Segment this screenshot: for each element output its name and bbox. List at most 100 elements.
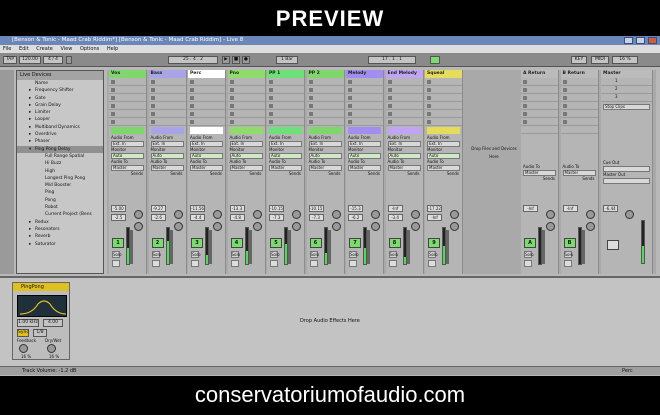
track-column[interactable]: A Return Audio To Master Sends -Inf A Solo bbox=[521, 70, 559, 274]
clip-slot[interactable] bbox=[227, 102, 265, 110]
clip-slot[interactable] bbox=[109, 78, 146, 86]
clip-stop-icon[interactable] bbox=[387, 112, 392, 116]
clip-slot[interactable] bbox=[521, 86, 558, 94]
clip-slot[interactable] bbox=[188, 86, 225, 94]
volume-value[interactable]: -Inf bbox=[523, 205, 538, 212]
clip-stop-icon[interactable] bbox=[229, 88, 234, 92]
solo-button[interactable]: Solo bbox=[388, 251, 398, 258]
clip-slot[interactable] bbox=[560, 110, 598, 118]
arm-button[interactable] bbox=[270, 260, 278, 267]
arm-button[interactable] bbox=[524, 260, 532, 267]
send-b-knob[interactable] bbox=[213, 222, 222, 231]
clip-stop-icon[interactable] bbox=[427, 104, 431, 108]
clip-stop-icon[interactable] bbox=[523, 120, 527, 124]
clip-slot[interactable] bbox=[188, 94, 225, 102]
loop-switch[interactable] bbox=[430, 56, 440, 64]
clip-stop-icon[interactable] bbox=[427, 96, 431, 100]
clip-slot[interactable] bbox=[521, 118, 558, 126]
pan-value[interactable]: -7.3 bbox=[308, 214, 324, 221]
clip-slot[interactable] bbox=[267, 118, 304, 126]
track-name[interactable]: Perc bbox=[188, 70, 225, 78]
clip-stop-icon[interactable] bbox=[427, 80, 431, 84]
volume-value[interactable]: -13.3 bbox=[229, 205, 245, 212]
solo-button[interactable]: Solo bbox=[191, 251, 201, 258]
clip-slot[interactable] bbox=[267, 94, 304, 102]
clip-slot[interactable] bbox=[385, 78, 423, 86]
play-icon[interactable]: ▶ bbox=[222, 56, 230, 64]
clip-stop-icon[interactable] bbox=[190, 104, 194, 108]
track-activator[interactable]: 4 bbox=[230, 238, 243, 248]
clip-slot[interactable] bbox=[385, 86, 423, 94]
clip-slot[interactable] bbox=[148, 78, 186, 86]
clip-slot[interactable] bbox=[346, 110, 383, 118]
clip-stop-icon[interactable] bbox=[562, 104, 567, 108]
send-b-knob[interactable] bbox=[134, 222, 143, 231]
track-name[interactable]: Squeal bbox=[425, 70, 462, 78]
tempo-field[interactable]: 120.00 bbox=[19, 56, 41, 64]
clip-stop-icon[interactable] bbox=[387, 104, 392, 108]
drywet-knob[interactable] bbox=[47, 344, 56, 353]
loop-start[interactable]: 17 . 1 . 1 bbox=[368, 56, 416, 64]
feedback-knob[interactable] bbox=[19, 344, 28, 353]
track-column[interactable]: PP 2 Audio From Ext. In Monitor Auto Audio To… bbox=[306, 70, 345, 274]
clip-stop-icon[interactable] bbox=[387, 120, 392, 124]
metronome-icon[interactable] bbox=[66, 56, 72, 64]
send-b-knob[interactable] bbox=[546, 222, 555, 231]
clip-stop-icon[interactable] bbox=[523, 104, 527, 108]
scene-launch[interactable]: 3 bbox=[601, 94, 652, 102]
clip-slot[interactable] bbox=[560, 78, 598, 86]
send-a-knob[interactable] bbox=[292, 210, 301, 219]
clip-stop-icon[interactable] bbox=[348, 120, 352, 124]
track-name[interactable]: Vox bbox=[109, 70, 146, 78]
stop-icon[interactable]: ■ bbox=[232, 56, 240, 64]
browser-item[interactable]: ▸ Redux bbox=[17, 219, 103, 226]
clip-slot[interactable] bbox=[109, 110, 146, 118]
solo-button[interactable]: Solo bbox=[270, 251, 280, 258]
maximize-button[interactable] bbox=[636, 37, 645, 44]
clip-slot[interactable] bbox=[425, 94, 462, 102]
clip-stop-icon[interactable] bbox=[348, 88, 352, 92]
clip-slot[interactable] bbox=[425, 118, 462, 126]
browser-item[interactable]: ▸ Resonators bbox=[17, 226, 103, 233]
clip-slot[interactable] bbox=[188, 110, 225, 118]
send-b-knob[interactable] bbox=[410, 222, 420, 231]
close-button[interactable] bbox=[648, 37, 657, 44]
clip-slot[interactable] bbox=[227, 118, 265, 126]
clip-slot[interactable] bbox=[227, 86, 265, 94]
send-a-knob[interactable] bbox=[331, 210, 341, 219]
volume-value[interactable]: -11.56 bbox=[190, 205, 205, 212]
clip-stop-icon[interactable] bbox=[190, 112, 194, 116]
clip-stop-icon[interactable] bbox=[348, 96, 352, 100]
master-activator[interactable] bbox=[607, 240, 619, 250]
track-name[interactable]: PP 2 bbox=[306, 70, 344, 78]
browser-item[interactable]: ▸ Grain Delay bbox=[17, 102, 103, 109]
clip-slot[interactable] bbox=[385, 110, 423, 118]
send-b-knob[interactable] bbox=[331, 222, 341, 231]
solo-button[interactable]: Solo bbox=[524, 251, 534, 258]
send-b-knob[interactable] bbox=[252, 222, 262, 231]
clip-stop-icon[interactable] bbox=[150, 96, 155, 100]
solo-button[interactable]: Solo bbox=[309, 251, 319, 258]
master-out-select[interactable] bbox=[603, 178, 650, 184]
clip-stop-icon[interactable] bbox=[269, 96, 273, 100]
clip-slot[interactable] bbox=[109, 102, 146, 110]
clip-slot[interactable] bbox=[306, 118, 344, 126]
clip-stop-icon[interactable] bbox=[562, 120, 567, 124]
browser-item[interactable]: Robot bbox=[17, 204, 103, 211]
clip-slot[interactable] bbox=[306, 86, 344, 94]
browser-item[interactable]: Mid Booster bbox=[17, 182, 103, 189]
clip-slot[interactable] bbox=[560, 118, 598, 126]
clip-bar[interactable] bbox=[348, 127, 381, 134]
browser-item[interactable]: ▸ Overdrive bbox=[17, 131, 103, 138]
volume-value[interactable]: -Inf bbox=[387, 205, 403, 212]
clip-stop-icon[interactable] bbox=[150, 120, 155, 124]
pan-value[interactable]: -2.6 bbox=[150, 214, 166, 221]
browser-item[interactable]: ▸ Saturator bbox=[17, 241, 103, 248]
clip-stop-icon[interactable] bbox=[427, 120, 431, 124]
clip-stop-icon[interactable] bbox=[229, 120, 234, 124]
sync-button[interactable]: Sync bbox=[17, 329, 29, 337]
time-select[interactable]: 1/8 bbox=[33, 329, 47, 337]
browser-item[interactable]: ▸ Multiband Dynamics bbox=[17, 124, 103, 131]
send-a-knob[interactable] bbox=[252, 210, 262, 219]
clip-slot[interactable] bbox=[109, 118, 146, 126]
